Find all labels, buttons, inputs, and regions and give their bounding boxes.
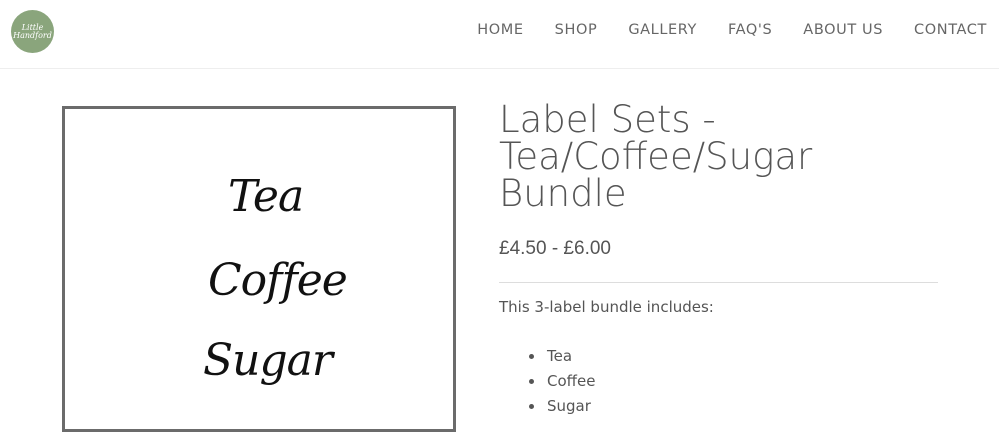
main-nav: HOME SHOP GALLERY FAQ'S ABOUT US CONTACT: [446, 22, 987, 38]
image-word-sugar: Sugar: [203, 335, 333, 386]
nav-faqs[interactable]: FAQ'S: [728, 22, 772, 38]
product-image[interactable]: Tea Coffee Sugar: [62, 106, 456, 432]
nav-contact[interactable]: CONTACT: [914, 22, 987, 38]
product-title: Label Sets - Tea/Coffee/Sugar Bundle: [499, 98, 813, 215]
nav-shop[interactable]: SHOP: [555, 22, 598, 38]
site-logo[interactable]: Little Handford: [11, 10, 54, 53]
feature-item-coffee: Coffee: [529, 369, 595, 394]
feature-item-sugar: Sugar: [529, 394, 595, 419]
feature-item-tea: Tea: [529, 344, 595, 369]
product-intro: This 3-label bundle includes:: [499, 298, 714, 316]
site-header: Little Handford HOME SHOP GALLERY FAQ'S …: [0, 0, 999, 69]
nav-gallery[interactable]: GALLERY: [628, 22, 697, 38]
feature-list: Tea Coffee Sugar: [529, 344, 595, 419]
product-price: £4.50 - £6.00: [499, 238, 611, 259]
logo-text: Little Handford: [13, 23, 52, 40]
logo-line-2: Handford: [13, 30, 52, 40]
image-word-coffee: Coffee: [208, 255, 348, 306]
nav-home[interactable]: HOME: [477, 22, 523, 38]
image-word-tea: Tea: [228, 171, 304, 222]
divider: [499, 282, 938, 283]
nav-about-us[interactable]: ABOUT US: [803, 22, 883, 38]
